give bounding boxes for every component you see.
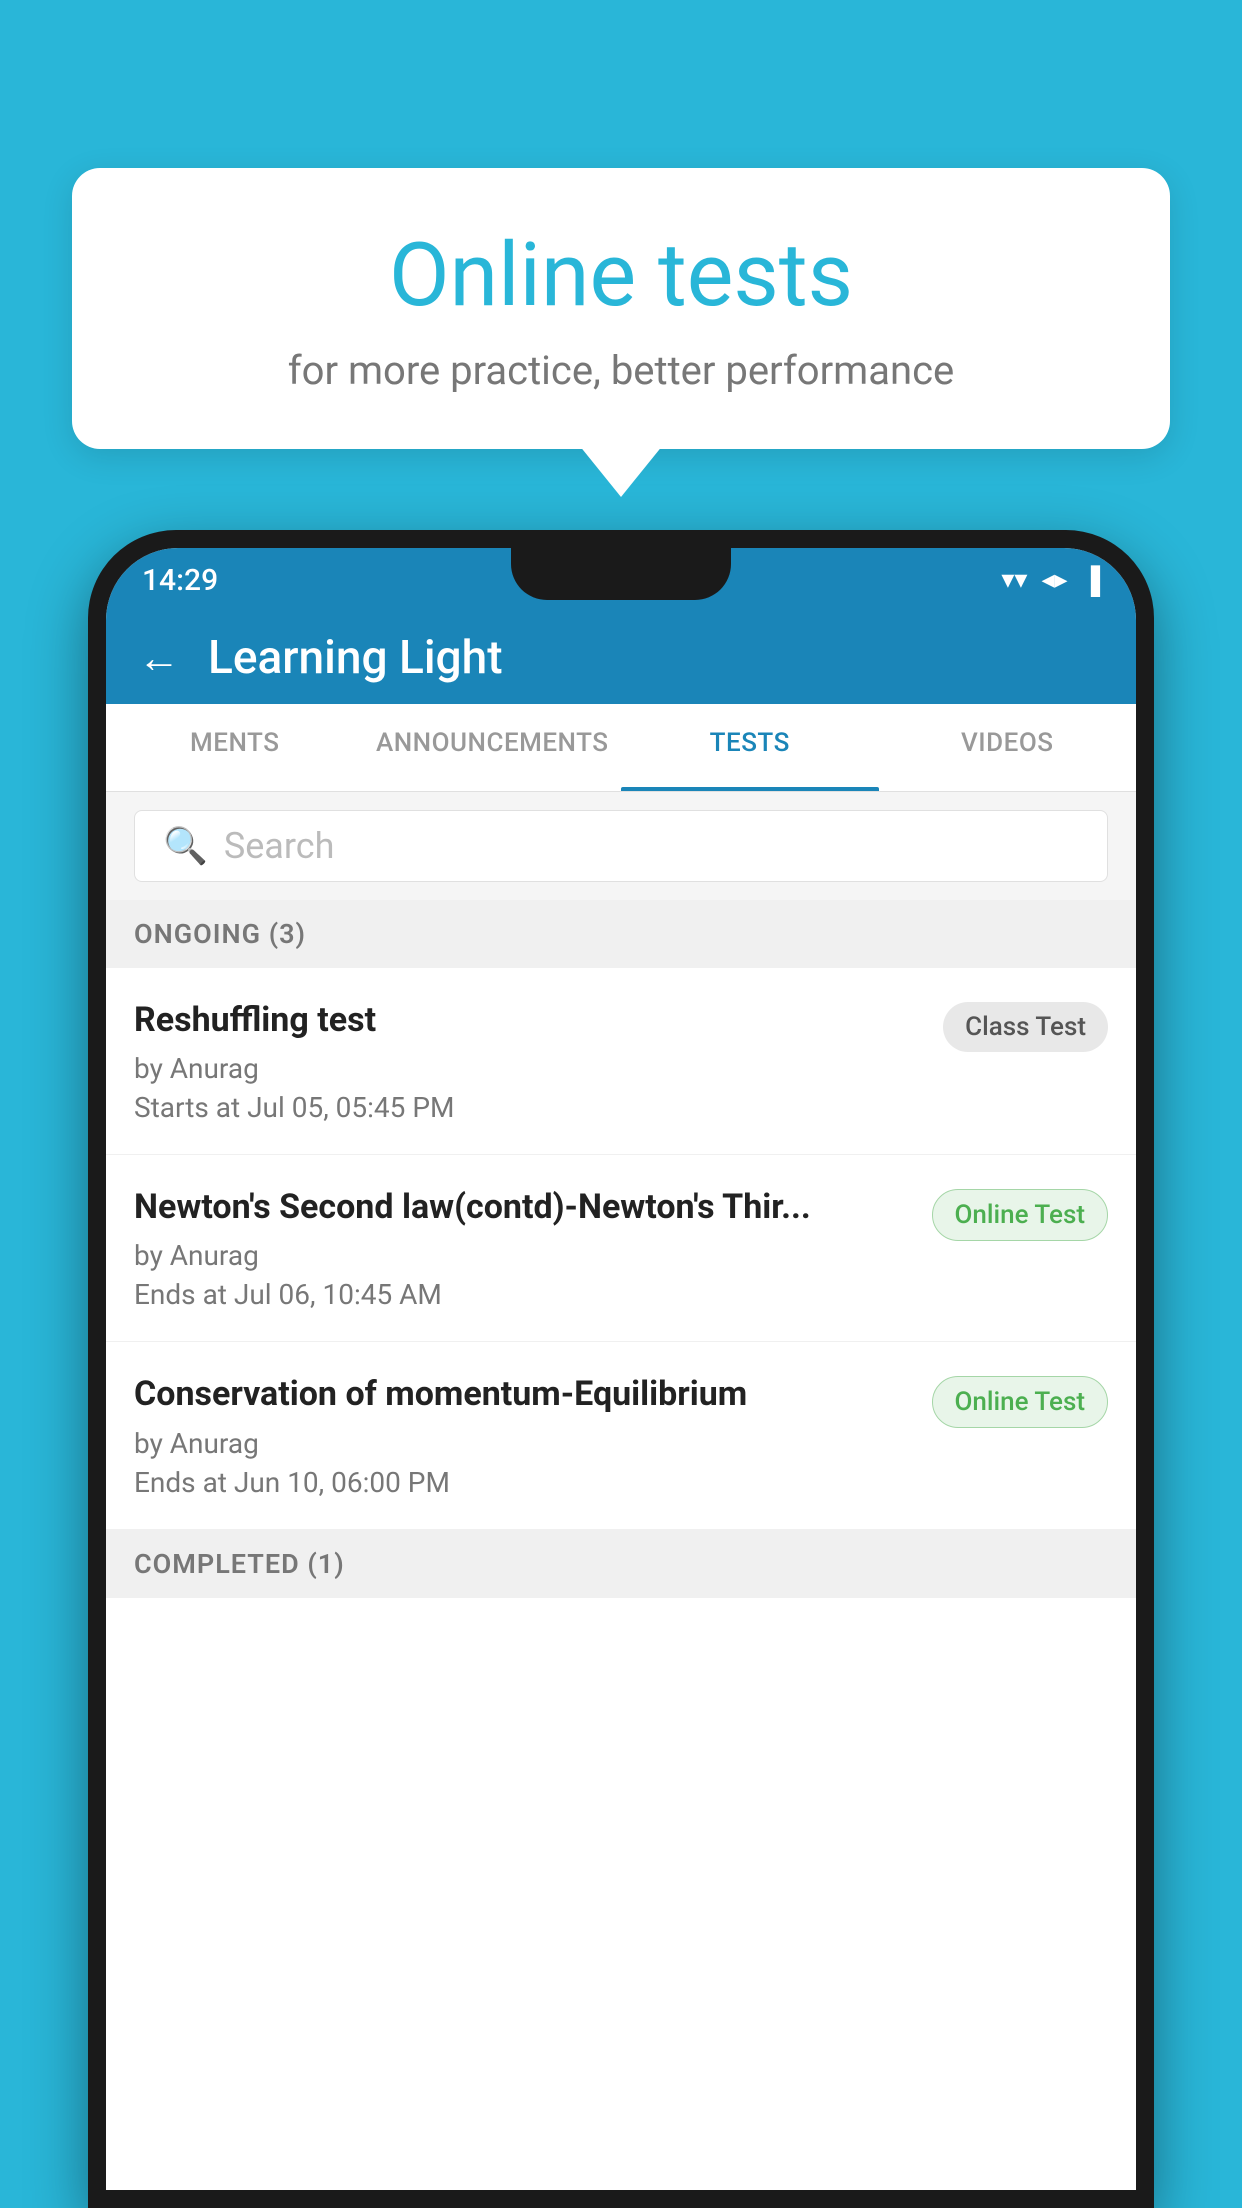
tab-videos[interactable]: VIDEOS xyxy=(879,704,1137,791)
completed-section-header: COMPLETED (1) xyxy=(106,1530,1136,1598)
battery-icon: ▐ xyxy=(1082,565,1100,596)
tab-ments[interactable]: MENTS xyxy=(106,704,364,791)
test-info-1: Reshuffling test by Anurag Starts at Jul… xyxy=(134,998,943,1124)
test-item-newtons[interactable]: Newton's Second law(contd)-Newton's Thir… xyxy=(106,1155,1136,1342)
search-placeholder: Search xyxy=(224,825,335,867)
test-title-2: Newton's Second law(contd)-Newton's Thir… xyxy=(134,1185,912,1229)
test-date-3: Ends at Jun 10, 06:00 PM xyxy=(134,1466,912,1499)
test-author-3: by Anurag xyxy=(134,1427,912,1460)
app-header: ← Learning Light xyxy=(106,612,1136,704)
tab-bar: MENTS ANNOUNCEMENTS TESTS VIDEOS xyxy=(106,704,1136,792)
test-title-1: Reshuffling test xyxy=(134,998,923,1042)
test-item-conservation[interactable]: Conservation of momentum-Equilibrium by … xyxy=(106,1342,1136,1529)
phone-frame: 14:29 ▾▾ ◂▸ ▐ ← Learning Light MENTS ANN… xyxy=(88,530,1154,2208)
tab-tests[interactable]: TESTS xyxy=(621,704,879,791)
phone-inner: 14:29 ▾▾ ◂▸ ▐ ← Learning Light MENTS ANN… xyxy=(106,548,1136,2190)
speech-bubble: Online tests for more practice, better p… xyxy=(72,168,1170,449)
signal-icon: ◂▸ xyxy=(1041,565,1067,595)
status-icons: ▾▾ ◂▸ ▐ xyxy=(1001,565,1100,596)
test-item-reshuffling[interactable]: Reshuffling test by Anurag Starts at Jul… xyxy=(106,968,1136,1155)
tab-announcements[interactable]: ANNOUNCEMENTS xyxy=(364,704,622,791)
back-button[interactable]: ← xyxy=(138,634,180,683)
wifi-icon: ▾▾ xyxy=(1001,565,1027,595)
test-date-2: Ends at Jul 06, 10:45 AM xyxy=(134,1278,912,1311)
test-info-2: Newton's Second law(contd)-Newton's Thir… xyxy=(134,1185,932,1311)
search-bar[interactable]: 🔍 Search xyxy=(134,810,1108,882)
test-author-1: by Anurag xyxy=(134,1052,923,1085)
app-title: Learning Light xyxy=(208,631,503,685)
test-list: Reshuffling test by Anurag Starts at Jul… xyxy=(106,968,1136,1530)
test-author-2: by Anurag xyxy=(134,1239,912,1272)
bubble-subtitle: for more practice, better performance xyxy=(122,347,1120,394)
ongoing-section-header: ONGOING (3) xyxy=(106,900,1136,968)
test-title-3: Conservation of momentum-Equilibrium xyxy=(134,1372,912,1416)
test-badge-2: Online Test xyxy=(932,1189,1109,1241)
test-badge-3: Online Test xyxy=(932,1376,1109,1428)
test-badge-1: Class Test xyxy=(943,1002,1108,1052)
search-icon: 🔍 xyxy=(163,825,208,867)
search-container: 🔍 Search xyxy=(106,792,1136,900)
status-time: 14:29 xyxy=(142,563,218,598)
bubble-title: Online tests xyxy=(122,228,1120,325)
test-date-1: Starts at Jul 05, 05:45 PM xyxy=(134,1091,923,1124)
phone-notch xyxy=(511,548,731,600)
test-info-3: Conservation of momentum-Equilibrium by … xyxy=(134,1372,932,1498)
